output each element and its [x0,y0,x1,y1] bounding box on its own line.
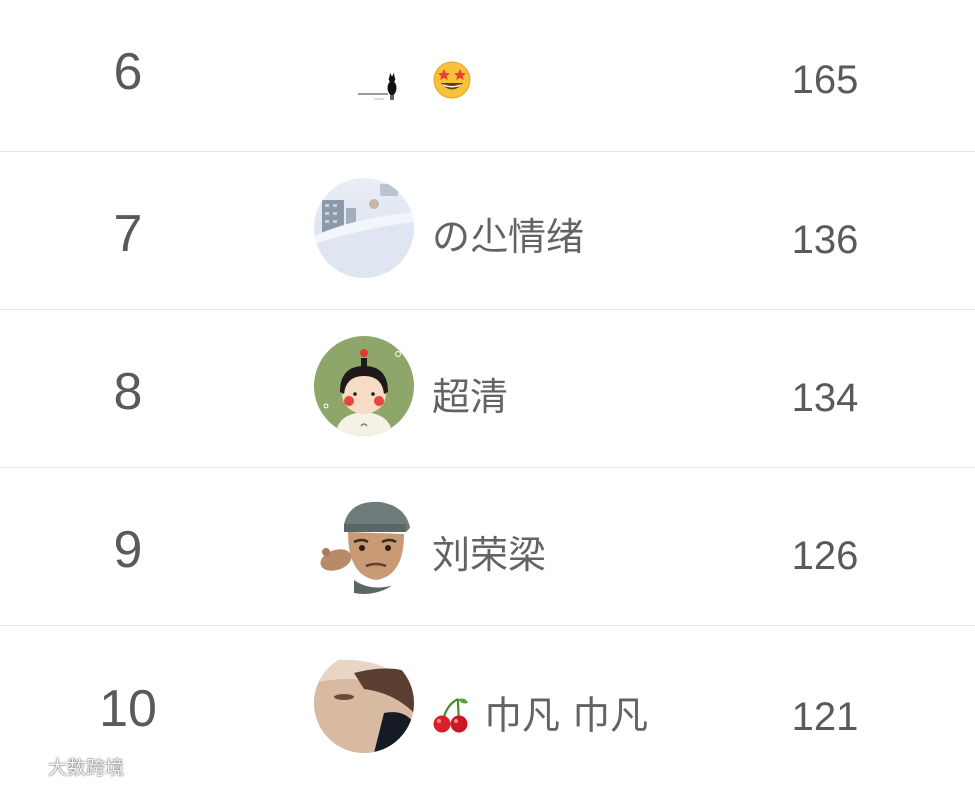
cat-silhouette-avatar[interactable] [314,26,414,126]
score-value: 126 [791,534,859,578]
score-value: 134 [791,376,859,420]
user-name [432,60,486,106]
cherry-emoji [432,695,470,741]
user-name: 刘荣梁 [432,533,547,577]
face-closeup-avatar[interactable] [314,653,414,753]
user-name: 超清 [432,375,509,419]
watermark: 大数跨境 [6,752,124,780]
cartoon-soldier-avatar[interactable] [314,494,414,594]
leaderboard-row[interactable]: 9 刘荣梁 126 [0,468,975,626]
watermark-text: 大数跨境 [48,756,125,779]
rank-number: 8 [113,363,143,421]
rank-number: 10 [99,680,157,738]
rank-number: 6 [113,43,143,101]
user-name: の尐情绪 [432,215,585,259]
leaderboard-row[interactable]: 8 超清 134 [0,310,975,468]
leaderboard-row[interactable]: 10 巾凡 巾凡 121 [0,627,975,787]
snow-building-avatar[interactable] [314,178,414,278]
watermark-logo-icon [8,756,41,776]
leaderboard-row[interactable]: 6 165 [0,0,975,152]
cartoon-girl-avatar[interactable] [314,336,414,436]
user-name-text: 巾凡 巾凡 [484,693,649,738]
user-name: 巾凡 巾凡 [432,695,648,741]
score-value: 136 [791,218,859,262]
score-value: 165 [791,58,859,102]
rank-number: 9 [113,521,143,579]
leaderboard-row[interactable]: 7 の尐情绪 136 [0,152,975,310]
score-value: 121 [791,695,859,739]
star-struck-emoji [432,60,472,106]
leaderboard-list: 6 165 7 の尐情绪 136 8 超清 134 9 刘荣梁 126 10 巾… [0,0,975,784]
rank-number: 7 [113,205,143,263]
